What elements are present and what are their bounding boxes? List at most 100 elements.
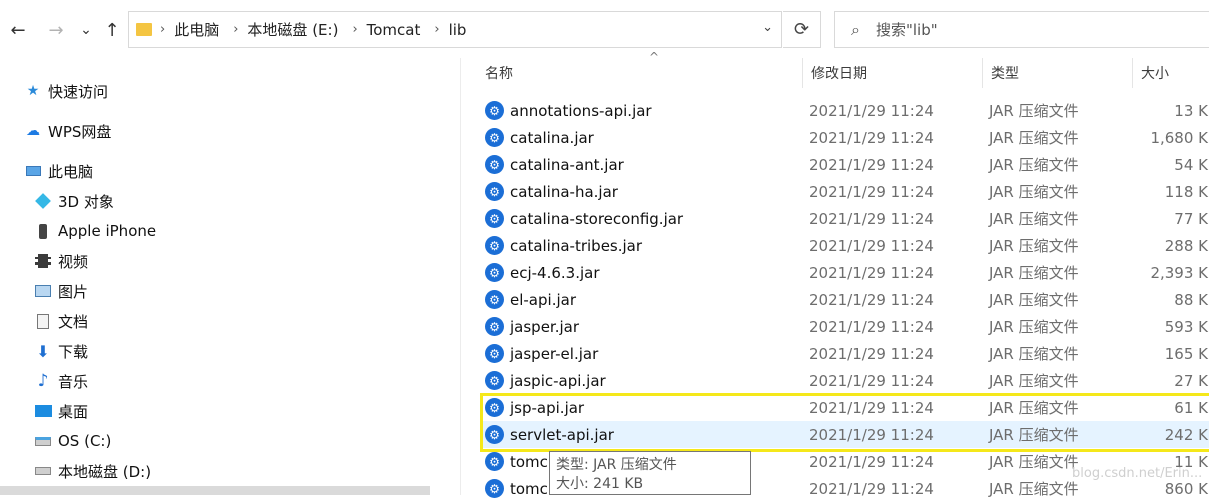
sidebar-item-desktop[interactable]: 桌面 — [34, 399, 88, 423]
file-name-cell: ⚙ catalina-ha.jar — [485, 178, 618, 205]
sidebar-item-this-pc[interactable]: 此电脑 — [24, 159, 93, 183]
back-button[interactable]: ← — [6, 18, 30, 42]
up-button[interactable]: ↑ — [100, 18, 124, 42]
file-size-cell: 54 K — [1174, 155, 1208, 174]
sidebar-item-pictures[interactable]: 图片 — [34, 279, 88, 303]
file-name-cell: ⚙ el-api.jar — [485, 286, 576, 313]
sidebar-item-drive-c[interactable]: OS (C:) — [34, 429, 111, 453]
file-name-cell: ⚙ catalina.jar — [485, 124, 594, 151]
file-name: jasper.jar — [510, 317, 580, 336]
sidebar-item-label: 下载 — [58, 342, 89, 361]
file-name-cell: ⚙ jasper.jar — [485, 313, 579, 340]
jar-file-icon: ⚙ — [485, 371, 504, 390]
table-row[interactable]: ⚙ servlet-api.jar 2021/1/29 11:24 JAR 压缩文件 2… — [480, 421, 1209, 448]
column-header-size[interactable]: 大小 — [1132, 58, 1209, 88]
file-date-cell: 2021/1/29 11:24 — [809, 452, 934, 471]
breadcrumb-separator-icon: › — [352, 22, 358, 37]
file-type-cell: JAR 压缩文件 — [989, 318, 1079, 336]
file-size-cell: 27 K — [1174, 371, 1208, 390]
tooltip-size: 大小: 241 KB — [556, 476, 644, 492]
table-row[interactable]: ⚙ jasper-el.jar 2021/1/29 11:24 JAR 压缩文件 165… — [480, 340, 1209, 367]
breadcrumb-lib[interactable]: lib — [449, 21, 467, 39]
table-row[interactable]: ⚙ catalina-ant.jar 2021/1/29 11:24 JAR 压缩文件… — [480, 151, 1209, 178]
column-header-name[interactable]: ^ 名称 — [477, 50, 801, 88]
desktop-icon — [34, 403, 52, 419]
navigation-bar: ← → ⌄ ↑ › 此电脑 › 本地磁盘 (E:) › Tomcat › lib… — [0, 0, 1209, 58]
table-row[interactable]: ⚙ jsp-api.jar 2021/1/29 11:24 JAR 压缩文件 61 K — [480, 394, 1209, 421]
file-date-cell: 2021/1/29 11:24 — [809, 371, 934, 390]
file-date-cell: 2021/1/29 11:24 — [809, 425, 934, 444]
file-type-cell: JAR 压缩文件 — [989, 426, 1079, 444]
column-header-date[interactable]: 修改日期 — [802, 58, 982, 88]
table-row[interactable]: ⚙ catalina-ha.jar 2021/1/29 11:24 JAR 压缩文件 1… — [480, 178, 1209, 205]
sidebar-item-music[interactable]: ♪ 音乐 — [34, 369, 88, 393]
sidebar-item-apple-iphone[interactable]: Apple iPhone — [34, 219, 156, 243]
search-input[interactable]: ⌕ 搜索"lib" — [834, 11, 1209, 48]
file-name: jaspic-api.jar — [510, 371, 606, 390]
jar-file-icon: ⚙ — [485, 101, 504, 120]
breadcrumb-tomcat[interactable]: Tomcat — [367, 21, 421, 39]
file-name-cell: ⚙ jsp-api.jar — [485, 394, 584, 421]
forward-button[interactable]: → — [44, 18, 68, 42]
file-name-cell: ⚙ tomc — [485, 448, 548, 475]
table-row[interactable]: ⚙ annotations-api.jar 2021/1/29 11:24 JAR 压… — [480, 97, 1209, 124]
file-date-cell: 2021/1/29 11:24 — [809, 209, 934, 228]
sidebar-item-documents[interactable]: 文档 — [34, 309, 88, 333]
file-date-cell: 2021/1/29 11:24 — [809, 101, 934, 120]
jar-file-icon: ⚙ — [485, 344, 504, 363]
table-row[interactable]: ⚙ ecj-4.6.3.jar 2021/1/29 11:24 JAR 压缩文件 2,3… — [480, 259, 1209, 286]
watermark-text: blog.csdn.net/Erin... — [1072, 466, 1203, 481]
jar-file-icon: ⚙ — [485, 263, 504, 282]
sidebar-item-label: 视频 — [58, 252, 89, 271]
file-name: jsp-api.jar — [510, 398, 585, 417]
refresh-button[interactable]: ⟳ — [783, 11, 821, 48]
sidebar-item-label: Apple iPhone — [58, 222, 157, 240]
download-icon: ⬇ — [36, 341, 50, 361]
cloud-icon: ☁ — [26, 123, 40, 139]
jar-file-icon: ⚙ — [485, 128, 504, 147]
video-icon — [34, 253, 52, 269]
sidebar-item-drive-d[interactable]: 本地磁盘 (D:) — [34, 459, 151, 483]
sidebar-item-3d-objects[interactable]: 3D 对象 — [34, 189, 114, 213]
address-dropdown-icon[interactable]: ⌄ — [762, 20, 773, 35]
sidebar-item-label: 桌面 — [58, 402, 89, 421]
table-row[interactable]: ⚙ jaspic-api.jar 2021/1/29 11:24 JAR 压缩文件 27… — [480, 367, 1209, 394]
breadcrumb-this-pc[interactable]: 此电脑 — [174, 19, 219, 40]
sidebar-item-downloads[interactable]: ⬇ 下载 — [34, 339, 88, 363]
recent-locations-button[interactable]: ⌄ — [74, 18, 98, 42]
jar-file-icon: ⚙ — [485, 155, 504, 174]
sidebar-item-label: WPS网盘 — [48, 122, 112, 141]
file-name-cell: ⚙ annotations-api.jar — [485, 97, 652, 124]
breadcrumb-drive-e[interactable]: 本地磁盘 (E:) — [247, 19, 338, 40]
jar-file-icon: ⚙ — [485, 398, 504, 417]
table-row[interactable]: ⚙ el-api.jar 2021/1/29 11:24 JAR 压缩文件 88 K — [480, 286, 1209, 313]
sidebar-item-label: 此电脑 — [48, 162, 94, 181]
sidebar-item-quick-access[interactable]: ★ 快速访问 — [24, 79, 108, 103]
star-icon: ★ — [26, 83, 40, 99]
file-size-cell: 242 K — [1164, 425, 1208, 444]
column-header-type[interactable]: 类型 — [982, 58, 1132, 88]
file-date-cell: 2021/1/29 11:24 — [809, 398, 934, 417]
sidebar-item-videos[interactable]: 视频 — [34, 249, 88, 273]
file-name-cell: ⚙ servlet-api.jar — [485, 421, 614, 448]
table-row[interactable]: ⚙ jasper.jar 2021/1/29 11:24 JAR 压缩文件 593 K — [480, 313, 1209, 340]
table-row[interactable]: ⚙ catalina-tribes.jar 2021/1/29 11:24 JAR 压… — [480, 232, 1209, 259]
file-date-cell: 2021/1/29 11:24 — [809, 263, 934, 282]
folder-icon — [136, 23, 152, 36]
file-size-cell: 77 K — [1174, 209, 1208, 228]
file-type-cell: JAR 压缩文件 — [989, 399, 1079, 417]
address-bar[interactable]: › 此电脑 › 本地磁盘 (E:) › Tomcat › lib ⌄ — [128, 11, 782, 48]
drive-c-icon — [34, 433, 52, 449]
file-date-cell: 2021/1/29 11:24 — [809, 344, 934, 363]
jar-file-icon: ⚙ — [485, 425, 504, 444]
sidebar-horizontal-scrollbar[interactable] — [0, 486, 430, 495]
file-name: servlet-api.jar — [510, 425, 614, 444]
file-name-cell: ⚙ jaspic-api.jar — [485, 367, 606, 394]
sidebar-item-label: 音乐 — [58, 372, 89, 391]
table-row[interactable]: ⚙ catalina-storeconfig.jar 2021/1/29 11:24… — [480, 205, 1209, 232]
file-type-cell: JAR 压缩文件 — [989, 210, 1079, 228]
table-row[interactable]: ⚙ catalina.jar 2021/1/29 11:24 JAR 压缩文件 1,68… — [480, 124, 1209, 151]
phone-icon — [34, 223, 52, 239]
sidebar-item-wps-drive[interactable]: ☁ WPS网盘 — [24, 119, 111, 143]
file-date-cell: 2021/1/29 11:24 — [809, 317, 934, 336]
